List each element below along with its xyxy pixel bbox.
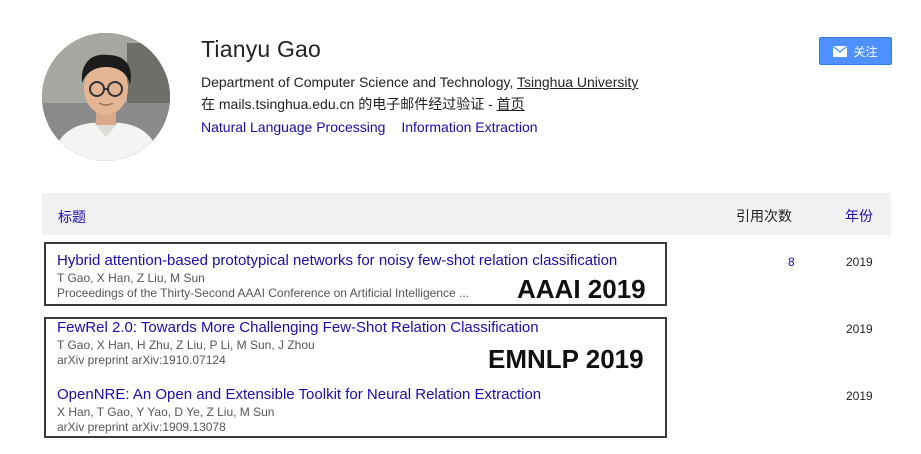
follow-label: 关注 [853,44,878,59]
email-verified-text: 在 mails.tsinghua.edu.cn 的电子邮件经过验证 - [201,96,497,112]
interest-link-ie[interactable]: Information Extraction [401,119,537,135]
paper-year: 2019 [846,322,873,336]
table-header: 标题 引用次数 年份 [42,193,891,235]
envelope-icon [833,45,848,57]
annotation-label-emnlp: EMNLP 2019 [488,344,644,374]
profile-name: Tianyu Gao [201,36,322,62]
annotation-label-aaai: AAAI 2019 [517,274,646,304]
column-header-cited-by[interactable]: 引用次数 [736,206,792,226]
research-interests: Natural Language Processing Information … [201,119,550,135]
homepage-link[interactable]: 首页 [497,96,525,112]
affiliation: Department of Computer Science and Techn… [201,74,638,90]
cited-by-count-link[interactable]: 8 [788,255,795,269]
paper-year: 2019 [846,389,873,403]
annotation-box-emnlp [44,317,667,438]
university-link[interactable]: Tsinghua University [517,74,638,90]
interest-link-nlp[interactable]: Natural Language Processing [201,119,385,135]
department-text: Department of Computer Science and Techn… [201,74,517,90]
column-header-year[interactable]: 年份 [845,206,873,226]
profile-avatar [42,33,170,161]
email-verification: 在 mails.tsinghua.edu.cn 的电子邮件经过验证 - 首页 [201,94,525,114]
follow-button[interactable]: 关注 [819,37,892,65]
column-header-title[interactable]: 标题 [58,207,86,227]
avatar-photo [42,33,170,161]
paper-year: 2019 [846,255,873,269]
